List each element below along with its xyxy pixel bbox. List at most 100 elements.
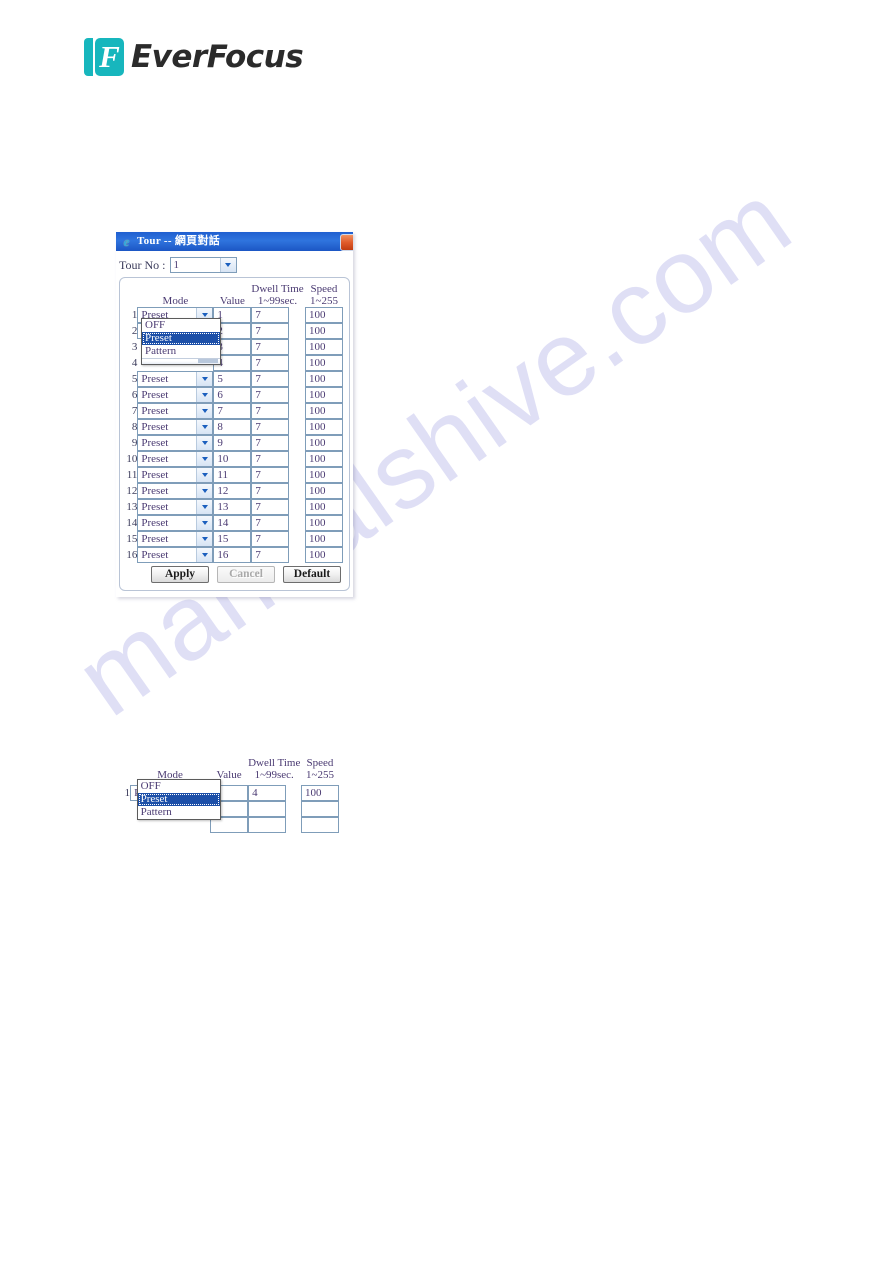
mode-option[interactable]: OFF	[142, 319, 220, 332]
mode-select[interactable]: Preset	[137, 547, 214, 563]
figure2-empty-dwell-input[interactable]	[248, 801, 287, 817]
dwell-time-input[interactable]: 7	[251, 435, 290, 451]
value-cell: 11	[213, 467, 252, 483]
figure2-empty-dwell-input[interactable]	[248, 817, 287, 833]
table-header-row: Mode Value Dwell Time 1~99sec. Speed 1~2…	[126, 283, 343, 307]
header-dwell-line1: Dwell Time	[251, 283, 304, 295]
value-input[interactable]: 13	[213, 499, 252, 515]
table-row: 6 Preset 6 7 100	[126, 387, 343, 403]
default-button[interactable]: Default	[283, 566, 341, 583]
tour-no-row: Tour No : 1	[119, 255, 350, 277]
speed-input[interactable]: 100	[305, 547, 343, 563]
dwell-time-input[interactable]: 7	[251, 547, 290, 563]
mode-select[interactable]: Preset	[137, 371, 214, 387]
figure2-dwell-cell: 4	[248, 785, 300, 801]
speed-cell: 100	[305, 355, 343, 371]
dwell-time-input[interactable]: 7	[251, 531, 290, 547]
dialog-titlebar[interactable]: e Tour -- 網頁對話	[116, 232, 353, 251]
speed-input[interactable]: 100	[305, 467, 343, 483]
value-input[interactable]: 5	[213, 371, 252, 387]
figure2-empty-speed-input[interactable]	[301, 817, 339, 833]
speed-input[interactable]: 100	[305, 355, 343, 371]
dwell-time-input[interactable]: 7	[251, 339, 290, 355]
figure2-mode-option[interactable]: OFF	[138, 780, 220, 793]
value-input[interactable]: 7	[213, 403, 252, 419]
figure2-dwell-time-input[interactable]: 4	[248, 785, 287, 801]
header-dwell-time: Dwell Time 1~99sec.	[251, 283, 304, 307]
value-input[interactable]: 14	[213, 515, 252, 531]
dwell-time-input[interactable]: 7	[251, 355, 290, 371]
mode-option[interactable]: Preset	[142, 332, 220, 345]
header-speed: Speed 1~255	[305, 283, 343, 307]
mode-select[interactable]: Preset	[137, 467, 214, 483]
speed-input[interactable]: 100	[305, 435, 343, 451]
dwell-time-input[interactable]: 7	[251, 403, 290, 419]
dwell-time-input[interactable]: 7	[251, 499, 290, 515]
row-index: 6	[131, 389, 138, 401]
header-value: Value	[219, 295, 245, 307]
speed-input[interactable]: 100	[305, 499, 343, 515]
figure2-mode-option[interactable]: Preset	[137, 793, 220, 806]
mode-select[interactable]: Preset	[137, 483, 214, 499]
dwell-time-input[interactable]: 7	[251, 387, 290, 403]
value-input[interactable]: 11	[213, 467, 252, 483]
mode-select[interactable]: Preset	[137, 515, 214, 531]
value-input[interactable]: 12	[213, 483, 252, 499]
value-input[interactable]: 15	[213, 531, 252, 547]
dwell-time-input[interactable]: 7	[251, 515, 290, 531]
mode-select[interactable]: Preset	[137, 531, 214, 547]
speed-input[interactable]: 100	[305, 371, 343, 387]
value-input[interactable]: 16	[213, 547, 252, 563]
speed-input[interactable]: 100	[305, 515, 343, 531]
speed-input[interactable]: 100	[305, 339, 343, 355]
dwell-time-input[interactable]: 7	[251, 467, 290, 483]
mode-dropdown-list[interactable]: OFF Preset Pattern	[141, 318, 221, 365]
dwell-time-input[interactable]: 7	[251, 323, 290, 339]
figure2-mode-option[interactable]: Pattern	[138, 806, 220, 819]
speed-input[interactable]: 100	[305, 451, 343, 467]
chevron-down-icon	[196, 436, 213, 450]
mode-select-value: Preset	[141, 389, 169, 401]
mode-select[interactable]: Preset	[137, 451, 214, 467]
dwell-cell: 7	[251, 467, 303, 483]
mode-select[interactable]: Preset	[137, 435, 214, 451]
value-input[interactable]: 8	[213, 419, 252, 435]
figure2-empty-speed-input[interactable]	[301, 801, 339, 817]
dwell-time-input[interactable]: 7	[251, 307, 290, 323]
figure2-speed-input[interactable]: 100	[301, 785, 339, 801]
speed-input[interactable]: 100	[305, 323, 343, 339]
mode-select[interactable]: Preset	[137, 499, 214, 515]
speed-input[interactable]: 100	[305, 483, 343, 499]
dwell-time-input[interactable]: 7	[251, 483, 290, 499]
dwell-time-input[interactable]: 7	[251, 419, 290, 435]
speed-input[interactable]: 100	[305, 531, 343, 547]
mode-option[interactable]: Pattern	[142, 345, 220, 358]
value-input[interactable]: 6	[213, 387, 252, 403]
mode-select[interactable]: Preset	[137, 403, 214, 419]
dwell-time-input[interactable]: 7	[251, 371, 290, 387]
mode-select[interactable]: Preset	[137, 387, 214, 403]
tour-no-select[interactable]: 1	[169, 257, 237, 273]
value-input[interactable]: 10	[213, 451, 252, 467]
value-cell: 6	[213, 387, 252, 403]
table-row: 10 Preset 10 7 100	[126, 451, 343, 467]
speed-cell: 100	[305, 307, 343, 323]
speed-cell: 100	[305, 499, 343, 515]
dwell-time-input[interactable]: 7	[251, 451, 290, 467]
figure2-mode-dropdown-list[interactable]: OFF Preset Pattern	[136, 779, 221, 820]
value-cell: 15	[213, 531, 252, 547]
speed-cell: 100	[305, 419, 343, 435]
value-input[interactable]: 9	[213, 435, 252, 451]
dropdown-scroll-stub[interactable]	[142, 358, 220, 364]
mode-select-value: Preset	[141, 485, 169, 497]
apply-button[interactable]: Apply	[151, 566, 209, 583]
speed-input[interactable]: 100	[305, 403, 343, 419]
mode-select[interactable]: Preset	[137, 419, 214, 435]
dwell-cell: 7	[251, 419, 303, 435]
header-speed-line1: Speed	[310, 283, 338, 295]
mode-cell: Preset	[137, 499, 214, 515]
close-icon[interactable]	[340, 234, 353, 251]
speed-input[interactable]: 100	[305, 307, 343, 323]
speed-input[interactable]: 100	[305, 387, 343, 403]
speed-input[interactable]: 100	[305, 419, 343, 435]
